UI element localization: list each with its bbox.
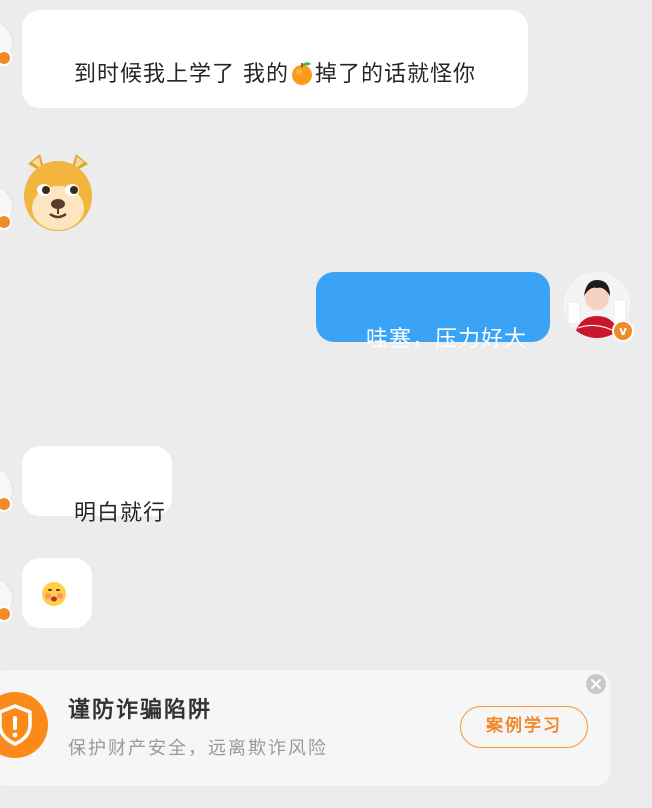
- close-icon[interactable]: [586, 674, 606, 694]
- contact-avatar[interactable]: [0, 22, 12, 66]
- chat-view: 到时候我上学了 我的 掉了的话就怪你 哇塞，压力好大 v 明白就行 谨防诈骗陷阱…: [0, 0, 652, 808]
- message-bubble-received[interactable]: 到时候我上学了 我的 掉了的话就怪你: [22, 10, 528, 108]
- embarrassed-face-emoji: [42, 582, 66, 606]
- message-bubble-received[interactable]: [22, 558, 92, 628]
- message-text: 到时候我上学了 我的: [73, 62, 289, 87]
- message-bubble-sent[interactable]: 哇塞，压力好大: [316, 272, 550, 352]
- doge-face-sticker[interactable]: [20, 152, 96, 234]
- contact-avatar[interactable]: [0, 468, 12, 512]
- contact-avatar[interactable]: [0, 578, 12, 622]
- banner-title: 谨防诈骗陷阱: [68, 698, 213, 723]
- message-bubble-received[interactable]: 明白就行: [22, 446, 172, 526]
- message-text: 明白就行: [73, 501, 166, 526]
- message-text: 哇塞，压力好大: [365, 327, 527, 352]
- verified-badge-icon: [0, 606, 12, 622]
- verified-badge-icon: [0, 214, 12, 230]
- case-study-button[interactable]: 案例学习: [460, 706, 588, 748]
- shield-exclamation-icon: [0, 692, 48, 758]
- verified-v-badge-icon: v: [612, 320, 634, 342]
- message-text: 掉了的话就怪你: [314, 62, 476, 87]
- contact-avatar[interactable]: [0, 186, 12, 230]
- fraud-warning-banner: 谨防诈骗陷阱 保护财产安全，远离欺诈风险 案例学习: [0, 670, 610, 786]
- verified-badge-icon: [0, 496, 12, 512]
- banner-subtitle: 保护财产安全，远离欺诈风险: [68, 738, 328, 759]
- verified-badge-icon: [0, 50, 12, 66]
- orange-emoji-icon: [291, 62, 312, 85]
